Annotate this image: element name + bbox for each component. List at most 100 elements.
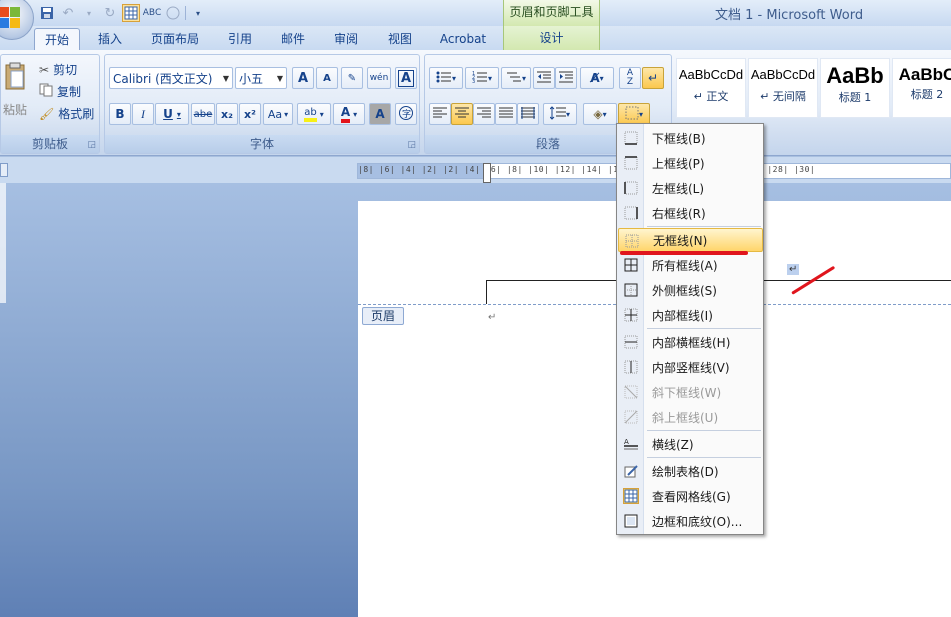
style-no-spacing[interactable]: AaBbCcDd ↵ 无间隔: [748, 58, 818, 118]
table-icon[interactable]: [122, 4, 140, 22]
justify-button[interactable]: [495, 103, 517, 125]
bullet-list-icon: [436, 70, 452, 87]
customize-toolbar-icon[interactable]: ▾: [189, 4, 207, 22]
distributed-button[interactable]: [517, 103, 539, 125]
show-marks-button[interactable]: ↵: [642, 67, 664, 89]
font-size-combo[interactable]: 小五 ▼: [235, 67, 287, 89]
format-painter-button[interactable]: 🖌 格式刷: [39, 105, 94, 122]
subscript-button[interactable]: x₂: [216, 103, 238, 125]
grow-font-icon: A: [297, 70, 309, 86]
circle-icon[interactable]: [164, 4, 182, 22]
phonetic-guide-button[interactable]: wén: [367, 67, 391, 89]
tab-view[interactable]: 视图: [380, 28, 420, 50]
change-case-button[interactable]: Aa ▾: [263, 103, 293, 125]
line-spacing-button[interactable]: ▾: [543, 103, 577, 125]
bold-button[interactable]: B: [109, 103, 131, 125]
copy-icon: [39, 83, 53, 100]
increase-indent-button[interactable]: [555, 67, 577, 89]
cut-button[interactable]: ✂ 剪切: [39, 61, 77, 78]
shading-button[interactable]: ◈ ▾: [583, 103, 617, 125]
menu-item-outside-borders[interactable]: 外侧框线(S): [618, 278, 763, 302]
tab-mailings[interactable]: 邮件: [273, 28, 313, 50]
menu-item-view-gridlines[interactable]: 查看网格线(G): [618, 484, 763, 508]
ribbon: 粘贴 ✂ 剪切 复制 🖌 格式刷 剪贴板 ◲ Calibri (西文正文) ▼ …: [0, 50, 951, 156]
tab-references[interactable]: 引用: [220, 28, 260, 50]
right-border-icon: [623, 205, 639, 221]
char-border-button[interactable]: A: [395, 67, 417, 89]
menu-item-horizontal-line[interactable]: A 横线(Z): [618, 432, 763, 456]
italic-button[interactable]: I: [132, 103, 154, 125]
font-color-button[interactable]: A ▾: [333, 103, 365, 125]
paste-button[interactable]: 粘贴: [3, 61, 31, 125]
justify-icon: [499, 107, 513, 122]
menu-item-label: 横线(Z): [652, 437, 694, 452]
decrease-indent-button[interactable]: [533, 67, 555, 89]
undo-icon[interactable]: ↶: [59, 4, 77, 22]
style-heading-2[interactable]: AaBbC 标题 2: [892, 58, 951, 118]
left-pane-edge: [0, 183, 6, 303]
align-right-button[interactable]: [473, 103, 495, 125]
clipboard-dialog-launcher-icon[interactable]: ◲: [87, 140, 96, 150]
superscript-button[interactable]: x²: [239, 103, 261, 125]
chevron-down-icon: ▾: [487, 73, 492, 83]
tab-design[interactable]: 设计: [503, 26, 600, 50]
asian-layout-button[interactable]: A̸ ▾: [580, 67, 614, 89]
menu-item-draw-table[interactable]: 绘制表格(D): [618, 459, 763, 483]
chevron-down-icon: ▾: [353, 109, 358, 119]
menu-item-bottom-border[interactable]: 下框线(B): [618, 126, 763, 150]
redo-icon[interactable]: ↻: [101, 4, 119, 22]
menu-item-top-border[interactable]: 上框线(P): [618, 151, 763, 175]
menu-item-inside-vertical-border[interactable]: 内部竖框线(V): [618, 355, 763, 379]
copy-button[interactable]: 复制: [39, 83, 81, 100]
chevron-down-icon: ▾: [176, 109, 181, 119]
menu-item-label: 所有框线(A): [652, 258, 718, 273]
tab-home[interactable]: 开始: [34, 28, 80, 50]
menu-item-all-borders[interactable]: 所有框线(A): [618, 253, 763, 277]
highlight-button[interactable]: ab ▾: [297, 103, 331, 125]
ruler-toggle[interactable]: [0, 163, 8, 177]
align-left-icon: [433, 107, 447, 122]
menu-item-inside-horizontal-border[interactable]: 内部横框线(H): [618, 330, 763, 354]
menu-item-inside-borders[interactable]: 内部框线(I): [618, 303, 763, 327]
grow-font-button[interactable]: A: [292, 67, 314, 89]
menu-item-borders-and-shading[interactable]: 边框和底纹(O)...: [618, 509, 763, 533]
no-border-icon: [624, 233, 640, 249]
multilevel-list-button[interactable]: ▾: [501, 67, 531, 89]
style-name: ↵ 正文: [693, 90, 729, 103]
sort-icon: AZ: [626, 68, 634, 87]
undo-dropdown-icon[interactable]: ▾: [80, 4, 98, 22]
underline-button[interactable]: U ▾: [155, 103, 189, 125]
border-icon: [625, 106, 639, 123]
bullets-button[interactable]: ▾: [429, 67, 463, 89]
clear-formatting-button[interactable]: ✎: [341, 67, 363, 89]
style-normal[interactable]: AaBbCcDd ↵ 正文: [676, 58, 746, 118]
tab-page-layout[interactable]: 页面布局: [145, 28, 205, 50]
strikethrough-button[interactable]: abe: [191, 103, 215, 125]
scissors-icon: ✂: [39, 62, 50, 77]
char-shading-icon: A: [375, 107, 385, 121]
enclose-char-button[interactable]: 字: [395, 103, 417, 125]
tab-acrobat[interactable]: Acrobat: [434, 28, 492, 50]
menu-item-right-border[interactable]: 右框线(R): [618, 201, 763, 225]
tab-review[interactable]: 审阅: [326, 28, 366, 50]
spelling-check-icon[interactable]: ABC: [143, 4, 161, 22]
align-center-button[interactable]: [451, 103, 473, 125]
align-left-button[interactable]: [429, 103, 451, 125]
tab-insert[interactable]: 插入: [90, 28, 130, 50]
font-dialog-launcher-icon[interactable]: ◲: [407, 140, 416, 150]
indent-marker[interactable]: [483, 163, 491, 183]
menu-item-label: 边框和底纹(O)...: [652, 514, 743, 529]
font-name-combo[interactable]: Calibri (西文正文) ▼: [109, 67, 233, 89]
subscript-icon: x₂: [221, 107, 233, 121]
sort-button[interactable]: AZ: [619, 67, 641, 89]
borders-menu: 下框线(B) 上框线(P) 左框线(L) 右框线(R) 无框线(N) 所有框线(…: [616, 123, 764, 535]
save-icon[interactable]: [38, 4, 56, 22]
numbering-button[interactable]: 1 2 3 ▾: [465, 67, 499, 89]
style-heading-1[interactable]: AaBb 标题 1: [820, 58, 890, 118]
menu-item-no-border[interactable]: 无框线(N): [618, 228, 763, 252]
menu-item-left-border[interactable]: 左框线(L): [618, 176, 763, 200]
chevron-down-icon: ▼: [222, 73, 229, 83]
borders-button[interactable]: ▾: [618, 103, 650, 125]
char-shading-button[interactable]: A: [369, 103, 391, 125]
shrink-font-button[interactable]: A: [316, 67, 338, 89]
